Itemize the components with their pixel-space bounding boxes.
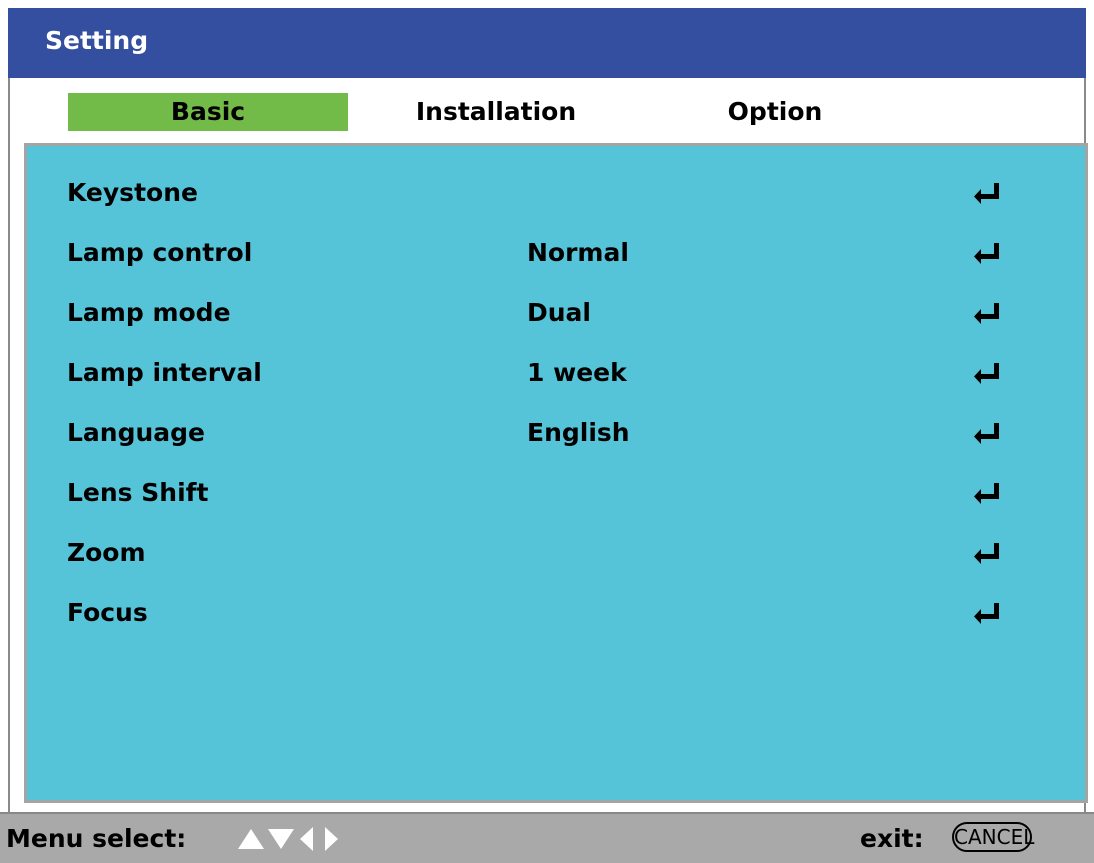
title-bar: Setting (8, 8, 1086, 78)
enter-icon (974, 243, 999, 264)
item-value: Normal (527, 238, 629, 267)
menu-item-focus[interactable]: Focus (67, 593, 1007, 633)
exit-label: exit: (860, 824, 924, 853)
item-label: Zoom (67, 538, 146, 567)
enter-icon (974, 483, 999, 504)
menu-item-language[interactable]: Language English (67, 413, 1007, 453)
settings-panel: Keystone Lamp control Normal Lamp mode D… (24, 143, 1088, 803)
item-label: Lamp interval (67, 358, 262, 387)
menu-item-zoom[interactable]: Zoom (67, 533, 1007, 573)
enter-icon (974, 603, 999, 624)
menu-select-label: Menu select: (6, 824, 187, 853)
menu-item-keystone[interactable]: Keystone (67, 173, 1007, 213)
menu-item-lens-shift[interactable]: Lens Shift (67, 473, 1007, 513)
item-label: Focus (67, 598, 148, 627)
arrow-up-icon (238, 829, 264, 849)
item-label: Keystone (67, 178, 198, 207)
tab-basic[interactable]: Basic (68, 93, 348, 131)
enter-icon (974, 363, 999, 384)
menu-item-lamp-mode[interactable]: Lamp mode Dual (67, 293, 1007, 333)
menu-item-lamp-control[interactable]: Lamp control Normal (67, 233, 1007, 273)
item-label: Lens Shift (67, 478, 209, 507)
menu-item-lamp-interval[interactable]: Lamp interval 1 week (67, 353, 1007, 393)
arrow-down-icon (268, 829, 294, 849)
enter-icon (974, 183, 999, 204)
item-value: 1 week (527, 358, 627, 387)
status-bar: Menu select: exit: CANCEL (0, 812, 1094, 863)
window-title: Setting (45, 26, 149, 55)
tab-installation[interactable]: Installation (403, 93, 589, 131)
navigation-arrows (238, 827, 338, 851)
arrow-right-icon (325, 827, 338, 851)
item-label: Lamp mode (67, 298, 231, 327)
item-label: Language (67, 418, 206, 447)
cancel-button[interactable]: CANCEL (952, 822, 1034, 852)
enter-icon (974, 543, 999, 564)
item-value: English (527, 418, 630, 447)
item-label: Lamp control (67, 238, 253, 267)
enter-icon (974, 423, 999, 444)
arrow-left-icon (300, 827, 313, 851)
enter-icon (974, 303, 999, 324)
tab-option[interactable]: Option (715, 93, 835, 131)
item-value: Dual (527, 298, 591, 327)
